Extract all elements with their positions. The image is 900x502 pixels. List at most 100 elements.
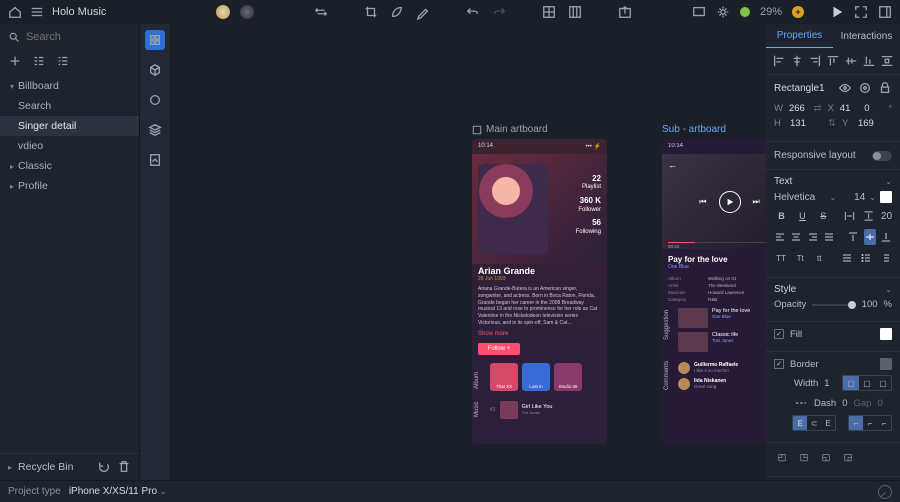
line-height[interactable]: 20 <box>881 211 892 222</box>
search-input[interactable] <box>26 31 131 43</box>
redo-icon[interactable] <box>492 5 506 19</box>
add-icon[interactable] <box>8 54 22 68</box>
align-bottom-icon[interactable] <box>862 54 876 68</box>
border-side-seg[interactable]: ▢▢▢ <box>842 375 892 391</box>
panel-icon[interactable] <box>878 5 892 19</box>
rail-page[interactable] <box>145 150 165 170</box>
align-left-icon[interactable] <box>772 54 786 68</box>
opacity-slider[interactable] <box>812 304 855 306</box>
canvas[interactable]: Main artboard Sub - artboard 10:14••• ⚡ … <box>170 24 766 480</box>
sub-artboard[interactable]: 10:14••• ⚡ ← ⏮ ⏭ 00:2402:40 Pay for the … <box>662 139 766 444</box>
chevron-down-icon[interactable]: ⌄ <box>885 285 892 294</box>
x-value[interactable]: 41 <box>840 103 859 114</box>
align-center-button[interactable] <box>790 229 801 245</box>
tree-singer-detail[interactable]: Singer detail <box>0 116 139 136</box>
cap-seg[interactable]: E⊂E <box>792 415 836 431</box>
distribute-icon[interactable] <box>880 54 894 68</box>
rail-stack[interactable] <box>145 120 165 140</box>
tree-billboard[interactable]: ▾Billboard <box>0 76 139 96</box>
align-vcenter-icon[interactable] <box>844 54 858 68</box>
font-size[interactable]: 14 <box>854 192 865 203</box>
letterspacing-icon[interactable] <box>843 209 856 223</box>
tab-properties[interactable]: Properties <box>766 24 833 48</box>
dash-value[interactable]: 0 <box>842 398 847 409</box>
case-lower[interactable]: tt <box>812 250 826 266</box>
recycle-bin[interactable]: ▸ Recycle Bin <box>0 453 139 480</box>
restore-icon[interactable] <box>97 460 111 474</box>
corner-tl[interactable]: ◰ <box>774 449 790 465</box>
add-badge[interactable]: + <box>792 6 804 18</box>
list-bullet[interactable] <box>859 250 873 266</box>
settings-icon[interactable] <box>716 5 730 19</box>
chevron-down-icon[interactable]: ⌄ <box>885 177 892 186</box>
fullscreen-icon[interactable] <box>854 5 868 19</box>
home-icon[interactable] <box>8 5 22 19</box>
width-value[interactable]: 266 <box>789 103 808 114</box>
case-title[interactable]: Tt <box>793 250 807 266</box>
join-seg[interactable]: ⌐⌐⌐ <box>848 415 892 431</box>
eye-icon[interactable] <box>838 81 852 95</box>
lineheight-icon[interactable] <box>862 209 875 223</box>
case-upper[interactable]: TT <box>774 250 788 266</box>
artboard-label-main[interactable]: Main artboard <box>472 124 548 135</box>
menu-icon[interactable] <box>30 5 44 19</box>
zoom-percent[interactable]: 29% <box>760 6 782 18</box>
fill-color[interactable] <box>880 328 892 340</box>
border-toggle[interactable] <box>774 359 784 369</box>
avatar-2[interactable] <box>240 5 254 19</box>
border-width[interactable]: 1 <box>824 378 829 389</box>
trash-icon[interactable] <box>117 460 131 474</box>
tree-icon[interactable] <box>32 54 46 68</box>
device-icon[interactable] <box>692 5 706 19</box>
text-color[interactable] <box>880 191 892 203</box>
main-artboard[interactable]: 10:14••• ⚡ ← 22Playlist 360 KFollower 56… <box>472 139 607 444</box>
valign-bot-button[interactable] <box>881 229 892 245</box>
swap-icon[interactable] <box>314 5 328 19</box>
responsive-toggle[interactable] <box>872 151 892 161</box>
align-right-icon[interactable] <box>808 54 822 68</box>
align-top-icon[interactable] <box>826 54 840 68</box>
underline-button[interactable]: U <box>795 208 810 224</box>
artboard-label-sub[interactable]: Sub - artboard <box>662 124 726 135</box>
rail-circle[interactable] <box>145 90 165 110</box>
tree-vdieo[interactable]: vdieo <box>0 136 139 156</box>
pin-icon[interactable] <box>875 482 895 502</box>
align-justify-button[interactable] <box>823 229 834 245</box>
list-icon[interactable] <box>56 54 70 68</box>
export-icon[interactable] <box>618 5 632 19</box>
lock-icon[interactable] <box>878 81 892 95</box>
crop-icon[interactable] <box>364 5 378 19</box>
bold-button[interactable]: B <box>774 208 789 224</box>
tree-search[interactable]: Search <box>0 96 139 116</box>
undo-icon[interactable] <box>466 5 480 19</box>
project-type-select[interactable]: iPhone X/XS/11 Pro ⌄ <box>69 486 167 497</box>
corner-br[interactable]: ◲ <box>840 449 856 465</box>
align-right-button[interactable] <box>807 229 818 245</box>
opacity-value[interactable]: 100 <box>862 299 878 310</box>
avatar-1[interactable] <box>216 5 230 19</box>
strike-button[interactable]: S <box>816 208 831 224</box>
grid-a-icon[interactable] <box>542 5 556 19</box>
list-number[interactable] <box>878 250 892 266</box>
tree-classic[interactable]: ▸Classic <box>0 156 139 176</box>
pen-icon[interactable] <box>416 5 430 19</box>
play-icon[interactable] <box>830 5 844 19</box>
font-select[interactable]: Helvetica <box>774 192 825 203</box>
grid-b-icon[interactable] <box>568 5 582 19</box>
target-icon[interactable] <box>858 81 872 95</box>
corner-bl[interactable]: ◱ <box>818 449 834 465</box>
valign-top-button[interactable] <box>848 229 859 245</box>
height-value[interactable]: 131 <box>790 118 822 129</box>
leaf-icon[interactable] <box>390 5 404 19</box>
rail-layers[interactable] <box>145 30 165 50</box>
align-hcenter-icon[interactable] <box>790 54 804 68</box>
tree-profile[interactable]: ▸Profile <box>0 176 139 196</box>
rail-cube[interactable] <box>145 60 165 80</box>
fill-toggle[interactable] <box>774 329 784 339</box>
tab-interactions[interactable]: Interactions <box>833 25 900 48</box>
y-value[interactable]: 169 <box>858 118 890 129</box>
border-color[interactable] <box>880 358 892 370</box>
valign-mid-button[interactable] <box>864 229 875 245</box>
deg-value[interactable]: 0 <box>864 103 883 114</box>
corner-tr[interactable]: ◳ <box>796 449 812 465</box>
